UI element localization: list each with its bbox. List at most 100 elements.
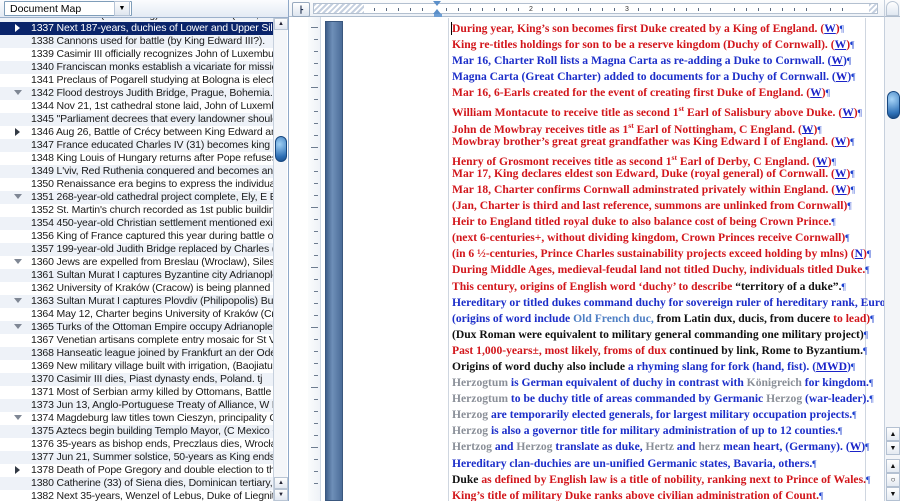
- next-page-button[interactable]: ▼: [886, 487, 900, 501]
- citation-link[interactable]: W: [842, 106, 854, 119]
- expand-triangle-icon[interactable]: [14, 24, 23, 33]
- document-map-item[interactable]: 1365 Turks of the Ottoman Empire occupy …: [0, 321, 274, 334]
- document-map-item[interactable]: 1374 Magdeburg law titles town Cieszyn, …: [0, 412, 274, 425]
- document-map-item[interactable]: 1348 King Louis of Hungary returns after…: [0, 152, 274, 165]
- document-map-item[interactable]: 1339 Casimir III officially recognizes J…: [0, 48, 274, 61]
- indent-marker[interactable]: [433, 0, 442, 17]
- document-line[interactable]: This century, origins of English word ‘d…: [452, 279, 862, 295]
- horizontal-ruler[interactable]: ┣ 2 3: [289, 0, 900, 17]
- docmap-scroll-down-button[interactable]: ▲: [274, 477, 288, 489]
- document-map-item[interactable]: 1367 Venetian artisans complete entry mo…: [0, 334, 274, 347]
- document-line[interactable]: (Dux Roman were equivalent to military g…: [452, 327, 868, 343]
- collapse-triangle-icon[interactable]: [14, 414, 23, 423]
- citation-link[interactable]: W: [810, 86, 822, 99]
- document-line[interactable]: Mar 17, King declares eldest son Edward,…: [452, 166, 862, 182]
- document-map-item[interactable]: 1368 Hanseatic league joined by Frankfur…: [0, 347, 274, 360]
- document-map-item[interactable]: 1357 199-year-old Judith Bridge replaced…: [0, 243, 274, 256]
- document-map-item[interactable]: 1347 France educated Charles IV (31) bec…: [0, 139, 274, 152]
- document-map-item[interactable]: 1345 "Parliament decrees that every land…: [0, 113, 274, 126]
- citation-link[interactable]: W: [850, 440, 862, 453]
- document-map-item[interactable]: 1380 Catherine (33) of Siena dies, Domin…: [0, 477, 274, 490]
- document-line[interactable]: (origins of word include Old French duc,…: [452, 311, 874, 327]
- document-line[interactable]: Mar 16, Charter Roll lists a Magna Carta…: [452, 53, 862, 69]
- document-map-item[interactable]: 1362 University of Kraków (Cracow) is be…: [0, 282, 274, 295]
- document-map-item[interactable]: 1350 Renaissance era begins to express t…: [0, 178, 274, 191]
- citation-link[interactable]: W: [824, 22, 836, 35]
- document-line[interactable]: King re-titles holdings for son to be a …: [452, 37, 862, 53]
- scroll-down-button[interactable]: ▼: [886, 441, 900, 455]
- document-map-dropdown[interactable]: Document Map ▼: [4, 1, 132, 16]
- docmap-scroll-track[interactable]: [274, 30, 287, 477]
- document-map-item[interactable]: 1377 Jun 21, Summer solstice, 50-years a…: [0, 451, 274, 464]
- document-line[interactable]: Mar 18, Charter confirms Cornwall admins…: [452, 182, 862, 198]
- citation-link[interactable]: N: [855, 247, 863, 260]
- document-line[interactable]: During year, King’s son becomes first Du…: [452, 21, 862, 37]
- docmap-scroll-down-button-2[interactable]: ▼: [274, 489, 288, 501]
- document-line[interactable]: (Jan, Charter is third and last referenc…: [452, 198, 862, 214]
- document-map-item[interactable]: 1340 Franciscan monks establish a vicari…: [0, 61, 274, 74]
- document-line[interactable]: William Montacute to receive title as se…: [452, 101, 862, 119]
- citation-link[interactable]: W: [831, 54, 843, 67]
- collapse-triangle-icon[interactable]: [14, 258, 23, 267]
- document-line[interactable]: (in 6 ½-centuries, Prince Charles sustai…: [452, 246, 871, 262]
- document-vertical-scrollbar[interactable]: ▲ ▼ ▲ ○ ▼: [884, 17, 900, 501]
- docmap-scroll-thumb[interactable]: [275, 136, 287, 162]
- chevron-down-icon[interactable]: ▼: [114, 1, 130, 16]
- document-map-item[interactable]: 1369 New military village built with irr…: [0, 360, 274, 373]
- document-map-item[interactable]: 1364 May 12, Charter begins University o…: [0, 308, 274, 321]
- document-map-item[interactable]: 1341 Preclaus of Pogarell studying at Bo…: [0, 74, 274, 87]
- expand-triangle-icon[interactable]: [14, 466, 23, 475]
- document-text-body[interactable]: During year, King’s son becomes first Du…: [452, 21, 900, 501]
- document-line[interactable]: King’s title of military Duke ranks abov…: [452, 488, 862, 501]
- document-map-item[interactable]: 1354 450-year-old Christian settlement m…: [0, 217, 274, 230]
- document-line[interactable]: Heir to England titled royal duke to als…: [452, 214, 862, 230]
- citation-link[interactable]: W: [835, 135, 847, 148]
- document-line[interactable]: Herzogtum is German equivalent of duchy …: [452, 375, 873, 391]
- citation-link[interactable]: MWD: [816, 360, 847, 373]
- document-page[interactable]: During year, King’s son becomes first Du…: [344, 18, 900, 501]
- document-map-item[interactable]: 1373 Jun 13, Anglo-Portuguese Treaty of …: [0, 399, 274, 412]
- document-line[interactable]: Mowbray brother’s great great grandfathe…: [452, 134, 862, 150]
- document-map-item[interactable]: 1346 Aug 26, Battle of Crécy between Kin…: [0, 126, 274, 139]
- collapse-triangle-icon[interactable]: [14, 89, 23, 98]
- document-line[interactable]: Herzog is also a governor title for mili…: [452, 423, 862, 439]
- document-line[interactable]: During Middle Ages, medieval-feudal land…: [452, 262, 870, 278]
- scroll-up-button[interactable]: ▲: [886, 427, 900, 441]
- document-map-item[interactable]: 1352 St. Martin's church recorded as 1st…: [0, 204, 274, 217]
- document-line[interactable]: Origins of word duchy also include a rhy…: [452, 359, 862, 375]
- document-map-list[interactable]: 1336 Lithuania (Mendsberg) is our Christ…: [0, 18, 274, 501]
- document-line[interactable]: Magna Carta (Great Charter) added to doc…: [452, 69, 862, 85]
- previous-page-button[interactable]: ▲: [886, 459, 900, 473]
- document-map-item[interactable]: 1378 Death of Pope Gregory and double el…: [0, 464, 274, 477]
- document-map-item[interactable]: 1351 268-year-old cathedral project comp…: [0, 191, 274, 204]
- collapse-triangle-icon[interactable]: [14, 193, 23, 202]
- document-map-item[interactable]: 1382 Next 35-years, Wenzel of Lebus, Duk…: [0, 490, 274, 501]
- document-line[interactable]: Past 1,000-years±, most likely, froms of…: [452, 343, 867, 359]
- document-line[interactable]: Herzogtum to be duchy title of areas com…: [452, 391, 874, 407]
- document-map-item[interactable]: 1356 King of France captured this year d…: [0, 230, 274, 243]
- document-map-item[interactable]: 1370 Casimir III dies, Piast dynasty end…: [0, 373, 274, 386]
- ruler-strip[interactable]: 2 3: [313, 3, 878, 14]
- document-line[interactable]: Henry of Grosmont receives title as seco…: [452, 150, 862, 168]
- select-browse-object-button[interactable]: ○: [886, 473, 900, 487]
- collapse-triangle-icon[interactable]: [14, 297, 23, 306]
- document-map-item[interactable]: 1371 Most of Serbian army killed by Otto…: [0, 386, 274, 399]
- citation-link[interactable]: W: [835, 167, 847, 180]
- document-line[interactable]: Herzog are temporarily elected generals,…: [452, 407, 862, 423]
- document-map-item[interactable]: 1338 Cannons used for battle (by King Ed…: [0, 35, 274, 48]
- document-line[interactable]: Duke as defined by English law is a titl…: [452, 472, 870, 488]
- citation-link[interactable]: W: [836, 70, 848, 83]
- document-map-item[interactable]: 1376 35-years as bishop ends, Preczlaus …: [0, 438, 274, 451]
- document-scroll-thumb[interactable]: [887, 91, 900, 119]
- document-map-item[interactable]: 1360 Jews are expelled from Breslau (Wro…: [0, 256, 274, 269]
- citation-link[interactable]: W: [835, 183, 847, 196]
- document-map-item[interactable]: 1349 L'viv, Red Ruthenia conquered and b…: [0, 165, 274, 178]
- document-line[interactable]: Hertzog and Herzog translate as duke, He…: [452, 439, 869, 455]
- document-map-item[interactable]: 1344 Nov 21, 1st cathedral stone laid, J…: [0, 100, 274, 113]
- document-line[interactable]: Mar 16, 6-Earls created for the event of…: [452, 85, 862, 101]
- document-map-item[interactable]: 1361 Sultan Murat I captures Byzantine c…: [0, 269, 274, 282]
- document-line[interactable]: Hereditary or titled dukes command duchy…: [452, 295, 900, 311]
- document-map-item[interactable]: 1342 Flood destroys Judith Bridge, Pragu…: [0, 87, 274, 100]
- docmap-scroll-up-button[interactable]: ▲: [274, 18, 288, 30]
- document-map-item-selected[interactable]: 1337 Next 187-years, duchies of Lower an…: [0, 22, 274, 35]
